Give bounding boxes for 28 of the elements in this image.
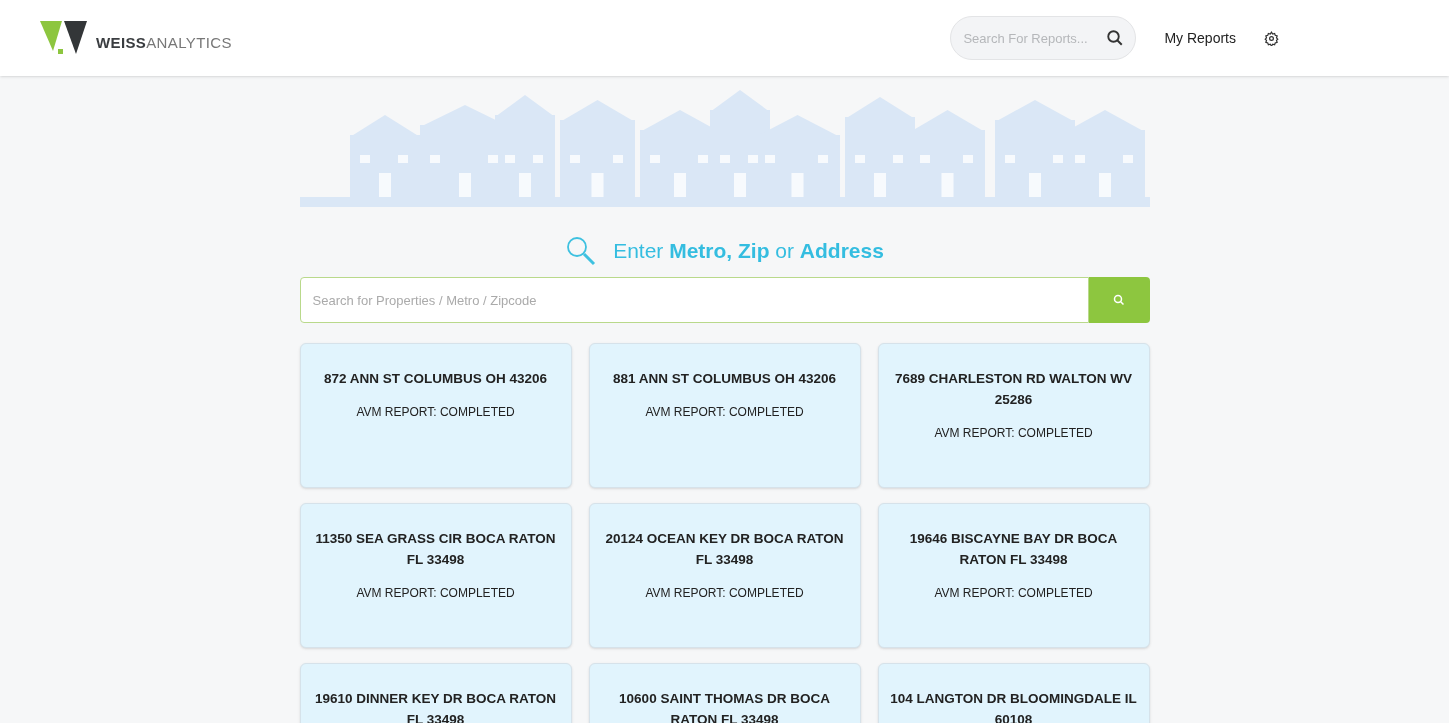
report-status: AVM REPORT: COMPLETED	[934, 425, 1093, 442]
property-search-field[interactable]: Search for Properties / Metro / Zipcode	[299, 277, 1089, 323]
report-card[interactable]: 11350 SEA GRASS CIR BOCA RATON FL 33498 AVM REPORT: COMPLETED	[299, 503, 572, 648]
search-icon	[1113, 294, 1125, 306]
my-reports-link[interactable]: My Reports	[1164, 27, 1236, 49]
search-icon[interactable]	[1106, 29, 1125, 47]
report-card[interactable]: 19646 BISCAYNE BAY DR BOCA RATON FL 33498 AVM REPORT: COMPLETED	[877, 503, 1150, 648]
report-status: AVM REPORT: COMPLETED	[356, 404, 515, 421]
report-status: AVM REPORT: COMPLETED	[645, 404, 804, 421]
property-address: 11350 SEA GRASS CIR BOCA RATON FL 33498	[314, 530, 557, 569]
report-card[interactable]: 20124 OCEAN KEY DR BOCA RATON FL 33498 AVM REPORT: COMPLETED	[588, 503, 861, 648]
property-address: 881 ANN ST COLUMBUS OH 43206	[612, 370, 837, 388]
report-status: AVM REPORT: COMPLETED	[934, 585, 1093, 602]
report-status: AVM REPORT: COMPLETED	[356, 585, 515, 602]
property-address: 20124 OCEAN KEY DR BOCA RATON FL 33498	[604, 530, 845, 569]
property-address: 872 ANN ST COLUMBUS OH 43206	[323, 370, 548, 388]
property-address: 7689 CHARLESTON RD WALTON WV 25286	[894, 370, 1133, 409]
report-search-field[interactable]: Search For Reports...	[950, 16, 1137, 60]
search-prompt: Enter Metro, Zip or Address	[613, 238, 884, 265]
logo-icon	[40, 21, 88, 55]
report-card[interactable]: 7689 CHARLESTON RD WALTON WV 25286 AVM REPORT: COMPLETED	[877, 343, 1150, 488]
report-status: AVM REPORT: COMPLETED	[645, 585, 804, 602]
settings-icon[interactable]	[1264, 30, 1279, 46]
logo-wordmark[interactable]: WEISSANALYTICS	[96, 31, 232, 54]
report-card[interactable]: 872 ANN ST COLUMBUS OH 43206 AVM REPORT: COMPLETED	[299, 343, 572, 488]
magnifier-icon	[565, 235, 598, 267]
report-card[interactable]: 881 ANN ST COLUMBUS OH 43206 AVM REPORT: COMPLETED	[588, 343, 861, 488]
property-address: 19646 BISCAYNE BAY DR BOCA RATON FL 33498	[908, 530, 1119, 569]
